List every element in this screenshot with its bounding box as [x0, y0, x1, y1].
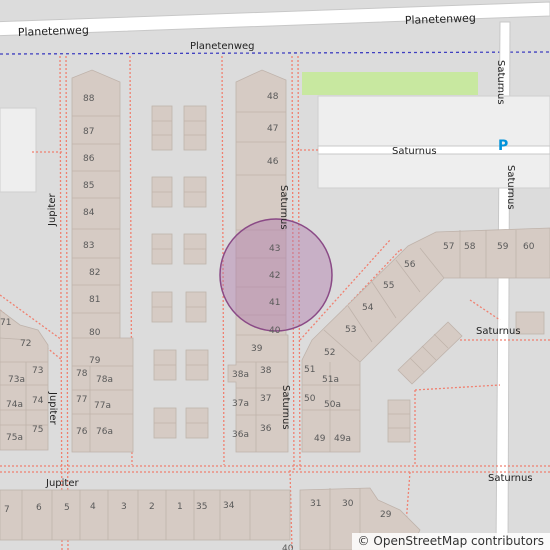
house-number: 50a: [324, 400, 341, 410]
house-number: 74a: [6, 400, 23, 410]
house-number: 38a: [232, 370, 249, 380]
house-number: 31: [310, 499, 321, 509]
house-number: 2: [149, 502, 155, 512]
house-number: 55: [383, 281, 394, 291]
street-label-saturnus-top: Saturnus: [392, 146, 437, 157]
house-number: 35: [196, 502, 207, 512]
house-number: 53: [345, 325, 356, 335]
house-number: 51: [304, 365, 315, 375]
house-number: 36: [260, 424, 272, 434]
street-label-saturnus-lower: Saturnus: [280, 385, 291, 430]
house-number: 50: [304, 394, 316, 404]
house-number: 52: [324, 348, 335, 358]
attribution-link[interactable]: OpenStreetMap contributors: [373, 534, 544, 548]
street-label-saturnus-bottom: Saturnus: [488, 473, 533, 484]
house-number: 71: [0, 318, 11, 328]
house-number: 40: [282, 544, 294, 550]
house-number: 80: [89, 328, 101, 338]
house-number: 83: [83, 241, 94, 251]
house-number: 43: [269, 244, 280, 254]
house-number: 51a: [322, 375, 339, 385]
house-number: 72: [20, 339, 31, 349]
house-number: 1: [177, 502, 183, 512]
street-label-planetenweg-left: Planetenweg: [18, 24, 89, 39]
street-label-planetenweg-right: Planetenweg: [405, 12, 476, 27]
house-number: 36a: [232, 430, 249, 440]
house-number: 82: [89, 268, 100, 278]
house-number: 34: [223, 501, 235, 511]
parking-icon[interactable]: P: [498, 138, 508, 154]
house-number: 84: [83, 208, 95, 218]
house-number: 77: [76, 395, 87, 405]
house-number: 38: [260, 366, 272, 376]
house-number: 7: [4, 505, 10, 515]
street-label-jupiter-mid: Jupiter: [47, 391, 58, 425]
house-number: 57: [443, 242, 454, 252]
street-label-saturnus-east-2: Saturnus: [505, 165, 516, 210]
street-label-jupiter-bottom: Jupiter: [45, 478, 79, 489]
house-number: 73: [32, 366, 43, 376]
house-number: 39: [251, 344, 263, 354]
house-number: 37: [260, 394, 271, 404]
house-number: 56: [404, 260, 416, 270]
house-number: 30: [342, 499, 354, 509]
house-number: 4: [90, 502, 96, 512]
house-number: 29: [380, 510, 392, 520]
street-label-saturnus-east: Saturnus: [495, 60, 506, 105]
house-number: 54: [362, 303, 374, 313]
house-number: 3: [121, 502, 127, 512]
house-number: 76: [76, 427, 88, 437]
house-number: 40: [269, 326, 281, 336]
house-number: 75: [32, 425, 43, 435]
house-number: 42: [269, 271, 280, 281]
house-number: 85: [83, 181, 94, 191]
house-number: 58: [464, 242, 476, 252]
house-number: 87: [83, 127, 94, 137]
house-number: 60: [523, 242, 535, 252]
street-label-saturnus-mid: Saturnus: [278, 185, 289, 230]
house-number: 59: [497, 242, 509, 252]
house-number: 48: [267, 92, 279, 102]
left-block: [0, 107, 37, 193]
house-number: 73a: [8, 375, 25, 385]
map-canvas[interactable]: Planetenweg Planetenweg Planetenweg Satu…: [0, 0, 550, 550]
house-number: 88: [83, 94, 95, 104]
house-number: 78a: [96, 375, 113, 385]
house-number: 76a: [96, 427, 113, 437]
house-number: 75a: [6, 433, 23, 443]
house-number: 47: [267, 124, 278, 134]
house-number: 6: [36, 503, 42, 513]
house-number: 37a: [232, 399, 249, 409]
house-number: 49a: [334, 434, 351, 444]
house-number: 49: [314, 434, 326, 444]
attribution-box: © OpenStreetMap contributors: [351, 533, 550, 550]
house-number: 74: [32, 396, 44, 406]
house-number: 5: [64, 503, 70, 513]
street-label-jupiter-top: Jupiter: [47, 193, 58, 227]
house-number: 79: [89, 356, 101, 366]
street-label-planetenweg-path: Planetenweg: [190, 41, 255, 52]
house-number: 41: [269, 298, 280, 308]
house-number: 86: [83, 154, 95, 164]
copyright-symbol: ©: [357, 534, 370, 548]
house-number: 77a: [94, 401, 111, 411]
grass-area: [302, 72, 478, 95]
house-number: 78: [76, 369, 88, 379]
house-number: 46: [267, 157, 279, 167]
house-number: 81: [89, 295, 100, 305]
street-label-saturnus-right-mid: Saturnus: [476, 326, 521, 337]
